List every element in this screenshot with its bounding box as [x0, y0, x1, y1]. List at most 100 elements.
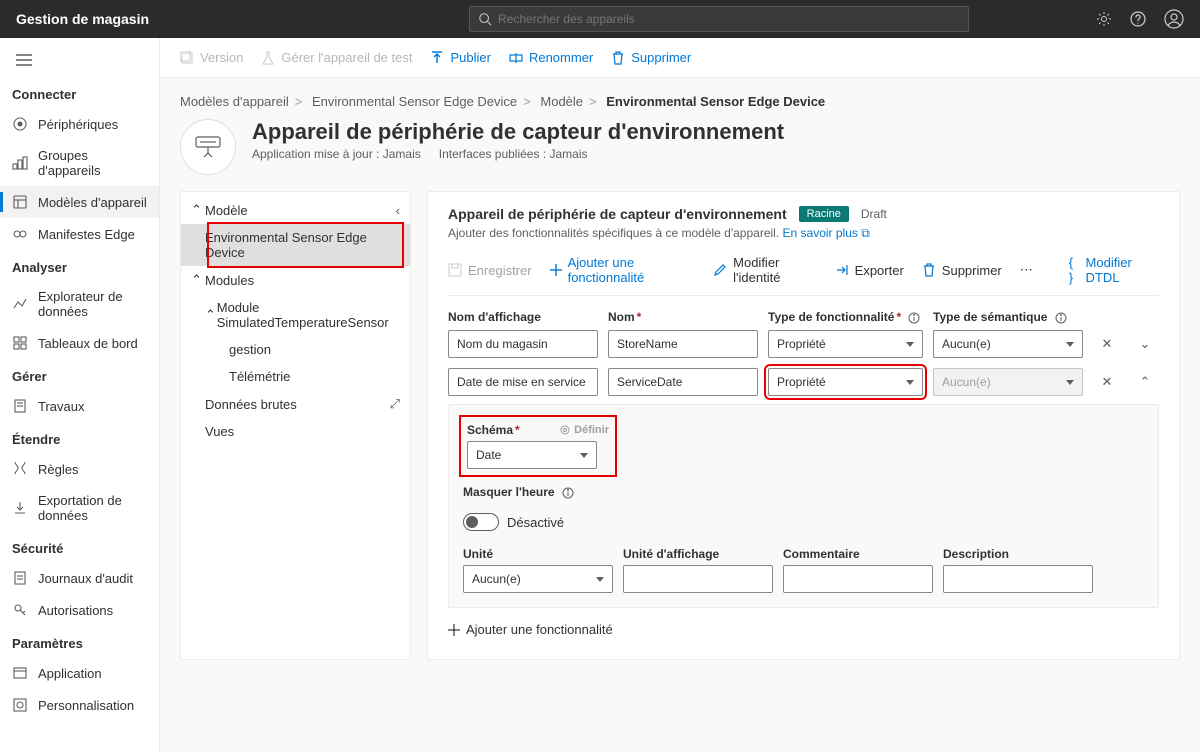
nav-label: Autorisations [38, 603, 113, 618]
tb-export[interactable]: Exporter [835, 263, 904, 278]
search-input[interactable] [498, 12, 960, 26]
cmd-rename[interactable]: Renommer [509, 50, 593, 65]
plus-icon [550, 264, 562, 276]
nav-item-groups[interactable]: Groupes d'appareils [0, 140, 159, 186]
version-icon [180, 51, 194, 65]
info-icon[interactable] [1055, 312, 1067, 324]
help-icon[interactable] [1130, 11, 1146, 27]
delete-row-button[interactable]: ✕ [1093, 336, 1121, 352]
nav-label: Explorateur de données [38, 289, 147, 319]
nav-item-jobs[interactable]: Travaux [0, 390, 159, 422]
row-detail-panel: Schéma* Définir Date Masquer l'h [448, 404, 1159, 608]
search-box[interactable] [469, 6, 969, 32]
app-icon [12, 665, 28, 681]
flask-icon [261, 51, 275, 65]
nav-label: Application [38, 666, 102, 681]
tree-views[interactable]: Vues [181, 418, 410, 445]
tb-delete[interactable]: Supprimer [922, 263, 1002, 278]
nav-label: Modèles d'appareil [38, 195, 147, 210]
top-bar: Gestion de magasin [0, 0, 1200, 38]
display-name-input[interactable]: Date de mise en service [448, 368, 598, 396]
semantic-type-select[interactable]: Aucun(e) [933, 330, 1083, 358]
custom-icon [12, 697, 28, 713]
nav-item-perm[interactable]: Autorisations [0, 594, 159, 626]
display-unit-input[interactable] [623, 565, 773, 593]
learn-more-link[interactable]: En savoir plus ⧉ [783, 226, 870, 240]
cmd-delete[interactable]: Supprimer [611, 50, 691, 65]
gear-icon[interactable] [1096, 11, 1112, 27]
edge-icon [12, 226, 28, 242]
define-schema-button[interactable]: Définir [560, 424, 609, 436]
delete-row-button[interactable]: ✕ [1093, 374, 1121, 390]
page-subtitle: Application mise à jour : JamaisInterfac… [252, 147, 784, 161]
add-capability-button[interactable]: Ajouter une fonctionnalité [448, 622, 1159, 637]
nav-section-header: Connecter [0, 77, 159, 108]
export-icon [12, 500, 28, 516]
tree-telemetry[interactable]: Télémétrie [181, 363, 410, 390]
semantic-type-select: Aucun(e) [933, 368, 1083, 396]
tree-model[interactable]: ⌃Modèle ‹ [181, 196, 410, 224]
nav-section-header: Étendre [0, 422, 159, 453]
plus-icon [448, 624, 460, 636]
tb-add[interactable]: Ajouter une fonctionnalité [550, 255, 696, 285]
crumb-device[interactable]: Environmental Sensor Edge Device [312, 94, 517, 109]
rename-icon [509, 51, 523, 65]
nav-item-app[interactable]: Application [0, 657, 159, 689]
gateway-icon [192, 133, 224, 161]
crumb-templates[interactable]: Modèles d'appareil [180, 94, 289, 109]
crumb-model[interactable]: Modèle [540, 94, 583, 109]
nav-item-explorer[interactable]: Explorateur de données [0, 281, 159, 327]
hide-time-toggle[interactable] [463, 513, 499, 531]
menu-toggle[interactable] [0, 46, 159, 77]
tb-dtdl[interactable]: { }Modifier DTDL [1069, 255, 1159, 285]
jobs-icon [12, 398, 28, 414]
name-input[interactable]: StoreName [608, 330, 758, 358]
perm-icon [12, 602, 28, 618]
nav-item-custom[interactable]: Personnalisation [0, 689, 159, 721]
tree-device[interactable]: Environmental Sensor Edge Device [181, 224, 410, 266]
device-avatar [180, 119, 236, 175]
rules-icon [12, 461, 28, 477]
expand-row-button[interactable]: ⌄ [1131, 336, 1159, 352]
nav-item-templates[interactable]: Modèles d'appareil [0, 186, 159, 218]
account-icon[interactable] [1164, 9, 1184, 29]
unit-select[interactable]: Aucun(e) [463, 565, 613, 593]
info-icon[interactable] [908, 312, 920, 324]
tb-identity[interactable]: Modifier l'identité [713, 255, 817, 285]
capability-type-select[interactable]: Propriété [768, 330, 923, 358]
dashboard-icon [12, 335, 28, 351]
tree-modules[interactable]: ⌃Modules [181, 266, 410, 294]
nav-item-devices[interactable]: Périphériques [0, 108, 159, 140]
search-icon [478, 12, 492, 26]
schema-select[interactable]: Date [467, 441, 597, 469]
collapse-row-button[interactable]: ⌃ [1131, 374, 1159, 390]
name-input[interactable]: ServiceDate [608, 368, 758, 396]
nav-item-dashboard[interactable]: Tableaux de bord [0, 327, 159, 359]
nav-section-header: Gérer [0, 359, 159, 390]
display-name-input[interactable]: Nom du magasin [448, 330, 598, 358]
tree-module-sim[interactable]: ⌃Module SimulatedTemperatureSensor [181, 294, 410, 336]
tb-more[interactable]: ⋯ [1020, 262, 1033, 278]
tree-raw[interactable]: Données brutes⤢ [181, 390, 410, 418]
nav-item-audit[interactable]: Journaux d'audit [0, 562, 159, 594]
page-title: Appareil de périphérie de capteur d'envi… [252, 119, 784, 145]
trash-icon [922, 263, 936, 277]
devices-icon [12, 116, 28, 132]
nav-label: Journaux d'audit [38, 571, 133, 586]
root-badge: Racine [799, 206, 849, 222]
description-input[interactable] [943, 565, 1093, 593]
nav-item-export[interactable]: Exportation de données [0, 485, 159, 531]
breadcrumb: Modèles d'appareil> Environmental Sensor… [180, 94, 1180, 109]
nav-item-edge[interactable]: Manifestes Edge [0, 218, 159, 250]
hamburger-icon [16, 54, 32, 66]
nav-item-rules[interactable]: Règles [0, 453, 159, 485]
tb-save: Enregistrer [448, 263, 532, 278]
comment-input[interactable] [783, 565, 933, 593]
cmd-publish[interactable]: Publier [430, 50, 490, 65]
capability-type-select[interactable]: Propriété [768, 368, 923, 396]
export-icon [835, 263, 849, 277]
tree-mgmt[interactable]: gestion [181, 336, 410, 363]
nav-section-header: Paramètres [0, 626, 159, 657]
nav-label: Tableaux de bord [38, 336, 138, 351]
info-icon[interactable] [562, 487, 574, 499]
